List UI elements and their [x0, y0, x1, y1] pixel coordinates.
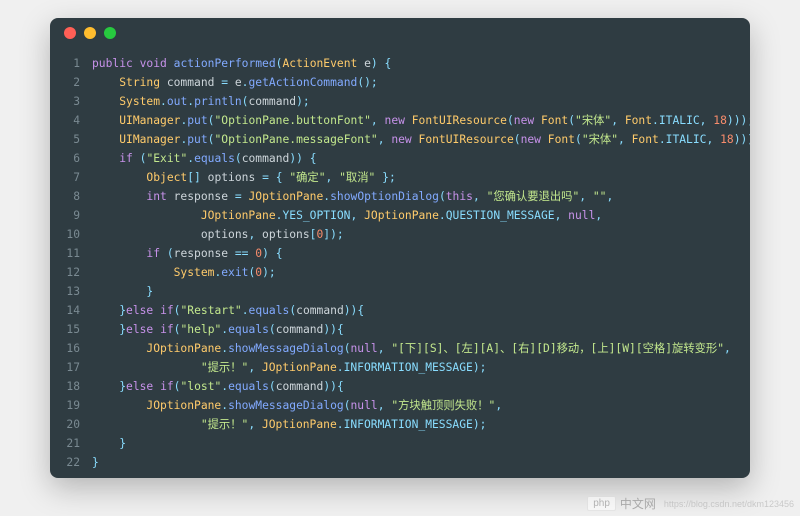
code-line: }: [92, 453, 750, 472]
code-line: if (response == 0) {: [92, 244, 750, 263]
code-line: public void actionPerformed(ActionEvent …: [92, 54, 750, 73]
code-line: }: [92, 282, 750, 301]
line-number: 12: [58, 263, 80, 282]
code-line: }: [92, 434, 750, 453]
line-number: 15: [58, 320, 80, 339]
line-number: 1: [58, 54, 80, 73]
code-line: String command = e.getActionCommand();: [92, 73, 750, 92]
code-line: JOptionPane.YES_OPTION, JOptionPane.QUES…: [92, 206, 750, 225]
line-number: 7: [58, 168, 80, 187]
line-number: 17: [58, 358, 80, 377]
code-line: Object[] options = { "确定", "取消" };: [92, 168, 750, 187]
line-number: 20: [58, 415, 80, 434]
line-number: 13: [58, 282, 80, 301]
code-line: if ("Exit".equals(command)) {: [92, 149, 750, 168]
line-number-gutter: 12345678910111213141516171819202122: [58, 54, 92, 472]
code-area: 12345678910111213141516171819202122 publ…: [50, 48, 750, 478]
code-line: System.exit(0);: [92, 263, 750, 282]
line-number: 19: [58, 396, 80, 415]
code-window: 12345678910111213141516171819202122 publ…: [50, 18, 750, 478]
watermark: php 中文网 https://blog.csdn.net/dkm123456: [587, 495, 794, 512]
maximize-icon[interactable]: [104, 27, 116, 39]
close-icon[interactable]: [64, 27, 76, 39]
line-number: 4: [58, 111, 80, 130]
code-line: "提示！", JOptionPane.INFORMATION_MESSAGE);: [92, 358, 750, 377]
line-number: 21: [58, 434, 80, 453]
watermark-logo: php: [587, 496, 616, 511]
line-number: 22: [58, 453, 80, 472]
code-content: public void actionPerformed(ActionEvent …: [92, 54, 750, 472]
window-titlebar: [50, 18, 750, 48]
line-number: 10: [58, 225, 80, 244]
code-line: }else if("lost".equals(command)){: [92, 377, 750, 396]
line-number: 3: [58, 92, 80, 111]
line-number: 5: [58, 130, 80, 149]
code-line: }else if("Restart".equals(command)){: [92, 301, 750, 320]
minimize-icon[interactable]: [84, 27, 96, 39]
code-line: JOptionPane.showMessageDialog(null, "方块触…: [92, 396, 750, 415]
code-line: "提示！", JOptionPane.INFORMATION_MESSAGE);: [92, 415, 750, 434]
watermark-url: https://blog.csdn.net/dkm123456: [664, 499, 794, 509]
line-number: 16: [58, 339, 80, 358]
code-line: UIManager.put("OptionPane.buttonFont", n…: [92, 111, 750, 130]
line-number: 6: [58, 149, 80, 168]
code-line: options, options[0]);: [92, 225, 750, 244]
line-number: 18: [58, 377, 80, 396]
code-line: int response = JOptionPane.showOptionDia…: [92, 187, 750, 206]
line-number: 9: [58, 206, 80, 225]
code-line: }else if("help".equals(command)){: [92, 320, 750, 339]
code-line: JOptionPane.showMessageDialog(null, "[下]…: [92, 339, 750, 358]
code-line: System.out.println(command);: [92, 92, 750, 111]
watermark-text: 中文网: [620, 495, 656, 512]
line-number: 8: [58, 187, 80, 206]
line-number: 2: [58, 73, 80, 92]
line-number: 11: [58, 244, 80, 263]
code-line: UIManager.put("OptionPane.messageFont", …: [92, 130, 750, 149]
line-number: 14: [58, 301, 80, 320]
